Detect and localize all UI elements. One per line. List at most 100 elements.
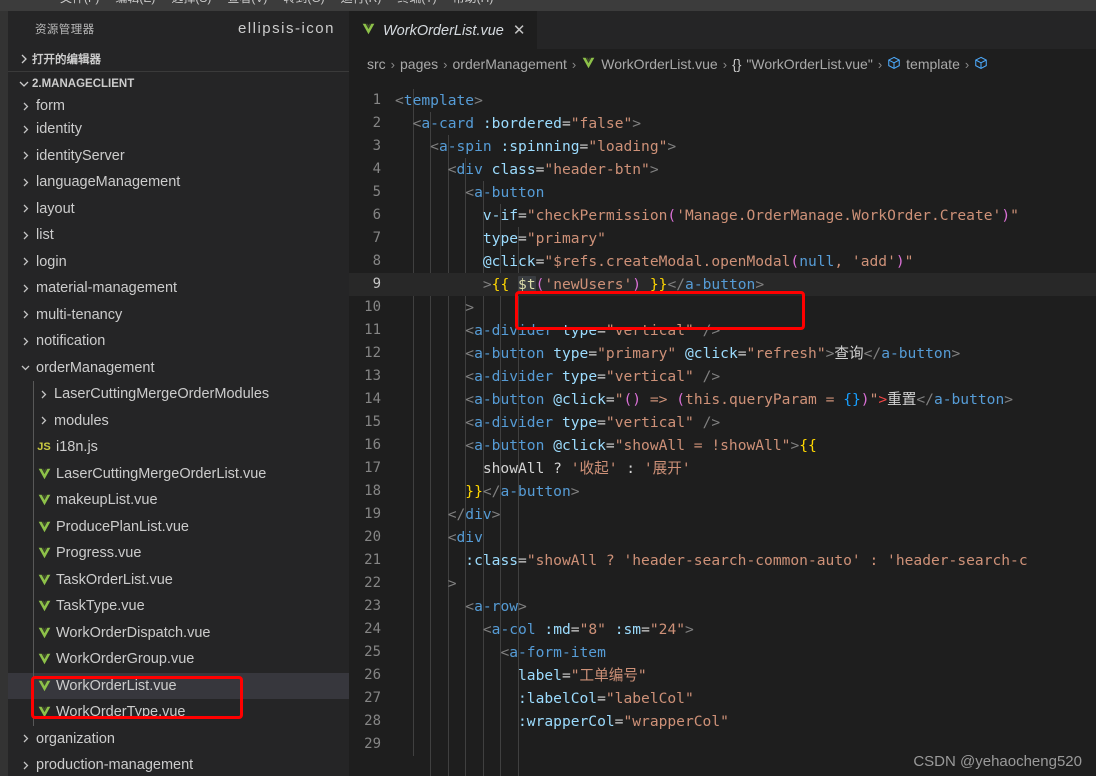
breadcrumb-item[interactable]: {} "WorkOrderList.vue" <box>732 56 873 72</box>
menu-bar-items[interactable]: 文件(F) 编辑(E) 选择(S) 查看(V) 转到(G) 运行(R) 终端(T) 帮助(H) <box>60 0 493 6</box>
menu-item[interactable]: 转到(G) <box>283 0 324 6</box>
code-line[interactable]: 4 <div class="header-btn"> <box>349 158 1096 181</box>
file-tree-item[interactable]: notification <box>8 328 349 355</box>
breadcrumb-item[interactable] <box>974 56 988 73</box>
file-tree-item[interactable]: languageManagement <box>8 169 349 196</box>
breadcrumb-item[interactable]: template <box>887 56 960 73</box>
code-line[interactable]: 8 @click="$refs.createModal.openModal(nu… <box>349 250 1096 273</box>
code-line[interactable]: 27 :labelCol="labelCol" <box>349 687 1096 710</box>
editor-tab-workorderlist[interactable]: WorkOrderList.vue ✕ <box>349 11 538 49</box>
breadcrumb-item[interactable]: src <box>367 56 386 72</box>
chevron-right-icon[interactable] <box>16 336 34 347</box>
chevron-right-icon[interactable] <box>16 177 34 188</box>
file-tree-item[interactable]: TaskOrderList.vue <box>8 566 349 593</box>
file-tree-item[interactable]: modules <box>8 407 349 434</box>
close-icon[interactable]: ✕ <box>511 23 528 38</box>
code-token: ) <box>895 253 905 270</box>
breadcrumb-item[interactable]: orderManagement <box>453 56 567 72</box>
file-tree-item[interactable]: identityServer <box>8 143 349 170</box>
code-line[interactable]: 7 type="primary" <box>349 227 1096 250</box>
menu-item[interactable]: 编辑(E) <box>115 0 155 6</box>
file-tree-item[interactable]: organization <box>8 726 349 753</box>
file-tree-item-label: makeupList.vue <box>56 492 158 509</box>
code-line[interactable]: 9 >{{ $t('newUsers') }}</a-button> <box>349 273 1096 296</box>
code-line[interactable]: 22 > <box>349 572 1096 595</box>
menu-item[interactable]: 选择(S) <box>171 0 211 6</box>
file-tree-item[interactable]: TaskType.vue <box>8 593 349 620</box>
code-editor[interactable]: 1 <template> 2 <a-card :bordered="false"> 3… <box>349 79 1096 776</box>
file-tree-item[interactable]: LaserCuttingMergeOrderModules <box>8 381 349 408</box>
file-tree[interactable]: form identity identityServer languageManage… <box>8 96 349 776</box>
code-line[interactable]: 5 <a-button <box>349 181 1096 204</box>
code-line[interactable]: 1 <template> <box>349 89 1096 112</box>
code-line[interactable]: 14 <a-button @click="() => (this.queryPa… <box>349 388 1096 411</box>
menu-bar-overflow[interactable]: ⋯ <box>1056 0 1068 3</box>
file-tree-item[interactable]: LaserCuttingMergeOrderList.vue <box>8 460 349 487</box>
code-line[interactable]: 20 <div <box>349 526 1096 549</box>
code-line[interactable]: 6 v-if="checkPermission('Manage.OrderMan… <box>349 204 1096 227</box>
breadcrumb[interactable]: src › pages › orderManagement › WorkOrderList.… <box>349 49 1096 79</box>
file-tree-item[interactable]: login <box>8 249 349 276</box>
menu-item[interactable]: 查看(V) <box>227 0 267 6</box>
code-line[interactable]: 13 <a-divider type="vertical" /> <box>349 365 1096 388</box>
file-tree-item[interactable]: makeupList.vue <box>8 487 349 514</box>
chevron-right-icon[interactable] <box>16 150 34 161</box>
file-tree-item[interactable]: Progress.vue <box>8 540 349 567</box>
code-line[interactable]: 21 :class="showAll ? 'header-search-comm… <box>349 549 1096 572</box>
code-line[interactable]: 3 <a-spin :spinning="loading"> <box>349 135 1096 158</box>
code-lines[interactable]: 1 <template> 2 <a-card :bordered="false"> 3… <box>349 89 1096 756</box>
code-line[interactable]: 12 <a-button type="primary" @click="refr… <box>349 342 1096 365</box>
code-line[interactable]: 26 label="工单编号" <box>349 664 1096 687</box>
file-tree-item[interactable]: WorkOrderType.vue <box>8 699 349 726</box>
code-line[interactable]: 16 <a-button @click="showAll = !showAll"… <box>349 434 1096 457</box>
chevron-right-icon[interactable] <box>16 733 34 744</box>
code-line[interactable]: 24 <a-col :md="8" :sm="24"> <box>349 618 1096 641</box>
code-line[interactable]: 17 showAll ? '收起' : '展开' <box>349 457 1096 480</box>
menu-item[interactable]: 文件(F) <box>60 0 99 6</box>
code-line[interactable]: 11 <a-divider type="vertical" /> <box>349 319 1096 342</box>
file-tree-item[interactable]: production-management <box>8 752 349 776</box>
chevron-right-icon[interactable] <box>16 124 34 135</box>
code-line[interactable]: 23 <a-row> <box>349 595 1096 618</box>
chevron-right-icon[interactable] <box>16 101 34 112</box>
file-tree-item-selected[interactable]: WorkOrderList.vue <box>8 672 349 699</box>
section-open-editors[interactable]: 打开的编辑器 <box>8 46 349 71</box>
chevron-right-icon[interactable] <box>16 760 34 771</box>
chevron-right-icon[interactable] <box>16 256 34 267</box>
code-line[interactable]: 10 > <box>349 296 1096 319</box>
menu-item[interactable]: 帮助(H) <box>453 0 494 6</box>
chevron-right-icon[interactable] <box>34 415 52 426</box>
chevron-right-icon[interactable] <box>16 230 34 241</box>
file-tree-item[interactable]: JS i18n.js <box>8 434 349 461</box>
section-workspace[interactable]: 2.MANAGECLIENT <box>8 71 349 96</box>
chevron-right-icon[interactable] <box>16 309 34 320</box>
code-line[interactable]: 15 <a-divider type="vertical" /> <box>349 411 1096 434</box>
chevron-right-icon[interactable] <box>16 283 34 294</box>
code-line[interactable]: 18 }}</a-button> <box>349 480 1096 503</box>
code-line[interactable]: 28 :wrapperCol="wrapperCol" <box>349 710 1096 733</box>
file-tree-item[interactable]: WorkOrderDispatch.vue <box>8 619 349 646</box>
file-tree-item[interactable]: layout <box>8 196 349 223</box>
menu-item[interactable]: 运行(R) <box>341 0 382 6</box>
file-tree-item[interactable]: WorkOrderGroup.vue <box>8 646 349 673</box>
tree-guide-line <box>33 566 34 593</box>
file-tree-item[interactable]: list <box>8 222 349 249</box>
ellipsis-icon[interactable]: ellipsis-icon <box>238 21 335 36</box>
chevron-right-icon[interactable] <box>34 389 52 400</box>
file-tree-item[interactable]: form <box>8 96 349 116</box>
breadcrumb-item[interactable]: pages <box>400 56 438 72</box>
file-tree-item[interactable]: material-management <box>8 275 349 302</box>
code-line[interactable]: 19 </div> <box>349 503 1096 526</box>
file-tree-item[interactable]: orderManagement <box>8 355 349 382</box>
menu-item[interactable]: 终端(T) <box>397 0 436 6</box>
code-line[interactable]: 25 <a-form-item <box>349 641 1096 664</box>
activity-bar[interactable] <box>0 11 8 776</box>
chevron-right-icon[interactable] <box>16 203 34 214</box>
file-tree-item[interactable]: ProducePlanList.vue <box>8 513 349 540</box>
file-tree-item[interactable]: multi-tenancy <box>8 302 349 329</box>
chevron-down-icon[interactable] <box>16 362 34 373</box>
code-line[interactable]: 2 <a-card :bordered="false"> <box>349 112 1096 135</box>
breadcrumb-item[interactable]: WorkOrderList.vue <box>581 56 718 73</box>
file-tree-item[interactable]: identity <box>8 116 349 143</box>
vscode-window: 文件(F) 编辑(E) 选择(S) 查看(V) 转到(G) 运行(R) 终端(T) 帮助(H)… <box>0 0 1096 776</box>
